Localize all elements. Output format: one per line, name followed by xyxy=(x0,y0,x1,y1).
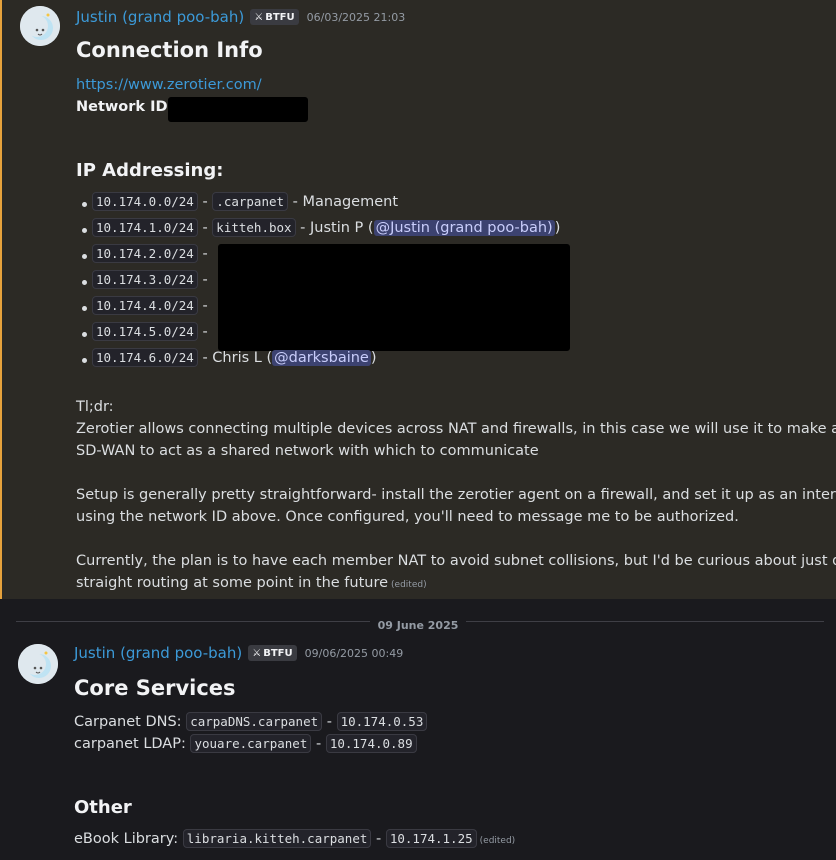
badge-label: BTFU xyxy=(263,647,293,659)
subnet-code: 10.174.2.0/24 xyxy=(92,244,198,263)
host-code: libraria.kitteh.carpanet xyxy=(182,829,372,848)
service-label: eBook Library: xyxy=(74,831,183,847)
list-bullet xyxy=(82,228,87,233)
ip-code: 10.174.0.53 xyxy=(336,712,428,731)
separator: - xyxy=(197,272,208,288)
separator: - xyxy=(197,298,208,314)
message-header: Justin (grand poo-bah) ⚔ BTFU 09/06/2025 … xyxy=(74,644,403,662)
heading-core-services: Core Services xyxy=(74,676,236,700)
heading-ip-addressing: IP Addressing: xyxy=(76,160,224,181)
service-line: eBook Library: libraria.kitteh.carpanet … xyxy=(74,829,516,848)
timestamp[interactable]: 09/06/2025 00:49 xyxy=(305,647,404,660)
service-line: carpanet LDAP: youare.carpanet - 10.174.… xyxy=(74,734,417,753)
redacted-network-id xyxy=(168,97,308,122)
list-bullet xyxy=(82,280,87,285)
paragraph-text: straight routing at some point in the fu… xyxy=(76,575,389,591)
badge-label: BTFU xyxy=(265,11,295,23)
paragraph-line: straight routing at some point in the fu… xyxy=(76,575,427,591)
item-text: ) xyxy=(370,350,377,366)
subnet-code: 10.174.5.0/24 xyxy=(92,322,198,341)
host-code: carpaDNS.carpanet xyxy=(186,712,323,731)
zerotier-link[interactable]: https://www.zerotier.com/ xyxy=(76,77,262,93)
ip-code: 10.174.0.89 xyxy=(325,734,417,753)
list-bullet xyxy=(82,202,87,207)
separator: - xyxy=(197,246,208,262)
date-divider: 09 June 2025 xyxy=(0,614,836,633)
subnet-code: 10.174.1.0/24 xyxy=(92,218,198,237)
network-id-label: Network ID: xyxy=(76,99,174,115)
user-avatar[interactable] xyxy=(18,644,58,684)
username[interactable]: Justin (grand poo-bah) xyxy=(76,8,244,26)
paragraph-line: Setup is generally pretty straightforwar… xyxy=(76,487,836,503)
redacted-assignments xyxy=(218,244,570,351)
host-code: youare.carpanet xyxy=(190,734,312,753)
username[interactable]: Justin (grand poo-bah) xyxy=(74,644,242,662)
moon-avatar-icon xyxy=(18,644,58,684)
sword-icon: ⚔ xyxy=(252,647,262,659)
subnet-code: 10.174.4.0/24 xyxy=(92,296,198,315)
user-mention[interactable]: @darksbaine xyxy=(272,350,371,366)
user-mention[interactable]: @Justin (grand poo-bah) xyxy=(373,220,555,236)
list-bullet xyxy=(82,358,87,363)
item-text: - Chris L ( xyxy=(197,350,273,366)
separator: - xyxy=(371,831,386,847)
subnet-code: 10.174.6.0/24 xyxy=(92,348,198,367)
item-text: - Management xyxy=(288,194,398,210)
service-label: carpanet LDAP: xyxy=(74,736,191,752)
list-item: 10.174.1.0/24 - kitteh.box - Justin P (@… xyxy=(92,218,561,237)
subnet-code: 10.174.3.0/24 xyxy=(92,270,198,289)
message-highlighted: Justin (grand poo-bah) ⚔ BTFU 06/03/2025 … xyxy=(0,0,836,599)
url-line: https://www.zerotier.com/ xyxy=(76,77,262,93)
list-item: 10.174.6.0/24 - Chris L (@darksbaine) xyxy=(92,348,377,367)
separator: - xyxy=(311,736,326,752)
list-bullet xyxy=(82,332,87,337)
edited-marker: (edited) xyxy=(479,836,516,846)
service-label: Carpanet DNS: xyxy=(74,714,187,730)
heading-other: Other xyxy=(74,797,132,818)
moon-avatar-icon xyxy=(20,6,60,46)
item-text: - Justin P ( xyxy=(295,220,374,236)
separator: - xyxy=(197,194,213,210)
heading-connection-info: Connection Info xyxy=(76,38,263,62)
role-badge[interactable]: ⚔ BTFU xyxy=(250,9,299,25)
list-item: 10.174.5.0/24 - xyxy=(92,322,208,341)
role-badge[interactable]: ⚔ BTFU xyxy=(248,645,297,661)
list-bullet xyxy=(82,306,87,311)
list-item: 10.174.4.0/24 - xyxy=(92,296,208,315)
user-avatar[interactable] xyxy=(20,6,60,46)
list-item: 10.174.2.0/24 - xyxy=(92,244,208,263)
edited-marker: (edited) xyxy=(391,580,427,590)
tldr-label: Tl;dr: xyxy=(76,399,114,415)
list-item: 10.174.3.0/24 - xyxy=(92,270,208,289)
service-line: Carpanet DNS: carpaDNS.carpanet - 10.174… xyxy=(74,712,428,731)
separator: - xyxy=(322,714,337,730)
separator: - xyxy=(197,324,208,340)
paragraph-line: SD-WAN to act as a shared network with w… xyxy=(76,443,539,459)
list-item: 10.174.0.0/24 - .carpanet - Management xyxy=(92,192,398,211)
message-header: Justin (grand poo-bah) ⚔ BTFU 06/03/2025 … xyxy=(76,8,405,26)
list-bullet xyxy=(82,254,87,259)
paragraph-line: using the network ID above. Once configu… xyxy=(76,509,739,525)
sword-icon: ⚔ xyxy=(254,11,264,23)
host-code: kitteh.box xyxy=(212,218,296,237)
paragraph-line: Zerotier allows connecting multiple devi… xyxy=(76,421,836,437)
date-divider-label: 09 June 2025 xyxy=(369,619,467,632)
subnet-code: 10.174.0.0/24 xyxy=(92,192,198,211)
paragraph-line: Currently, the plan is to have each memb… xyxy=(76,553,836,569)
item-text: ) xyxy=(554,220,561,236)
host-code: .carpanet xyxy=(212,192,289,211)
ip-code: 10.174.1.25 xyxy=(385,829,477,848)
timestamp[interactable]: 06/03/2025 21:03 xyxy=(307,11,406,24)
separator: - xyxy=(197,220,213,236)
